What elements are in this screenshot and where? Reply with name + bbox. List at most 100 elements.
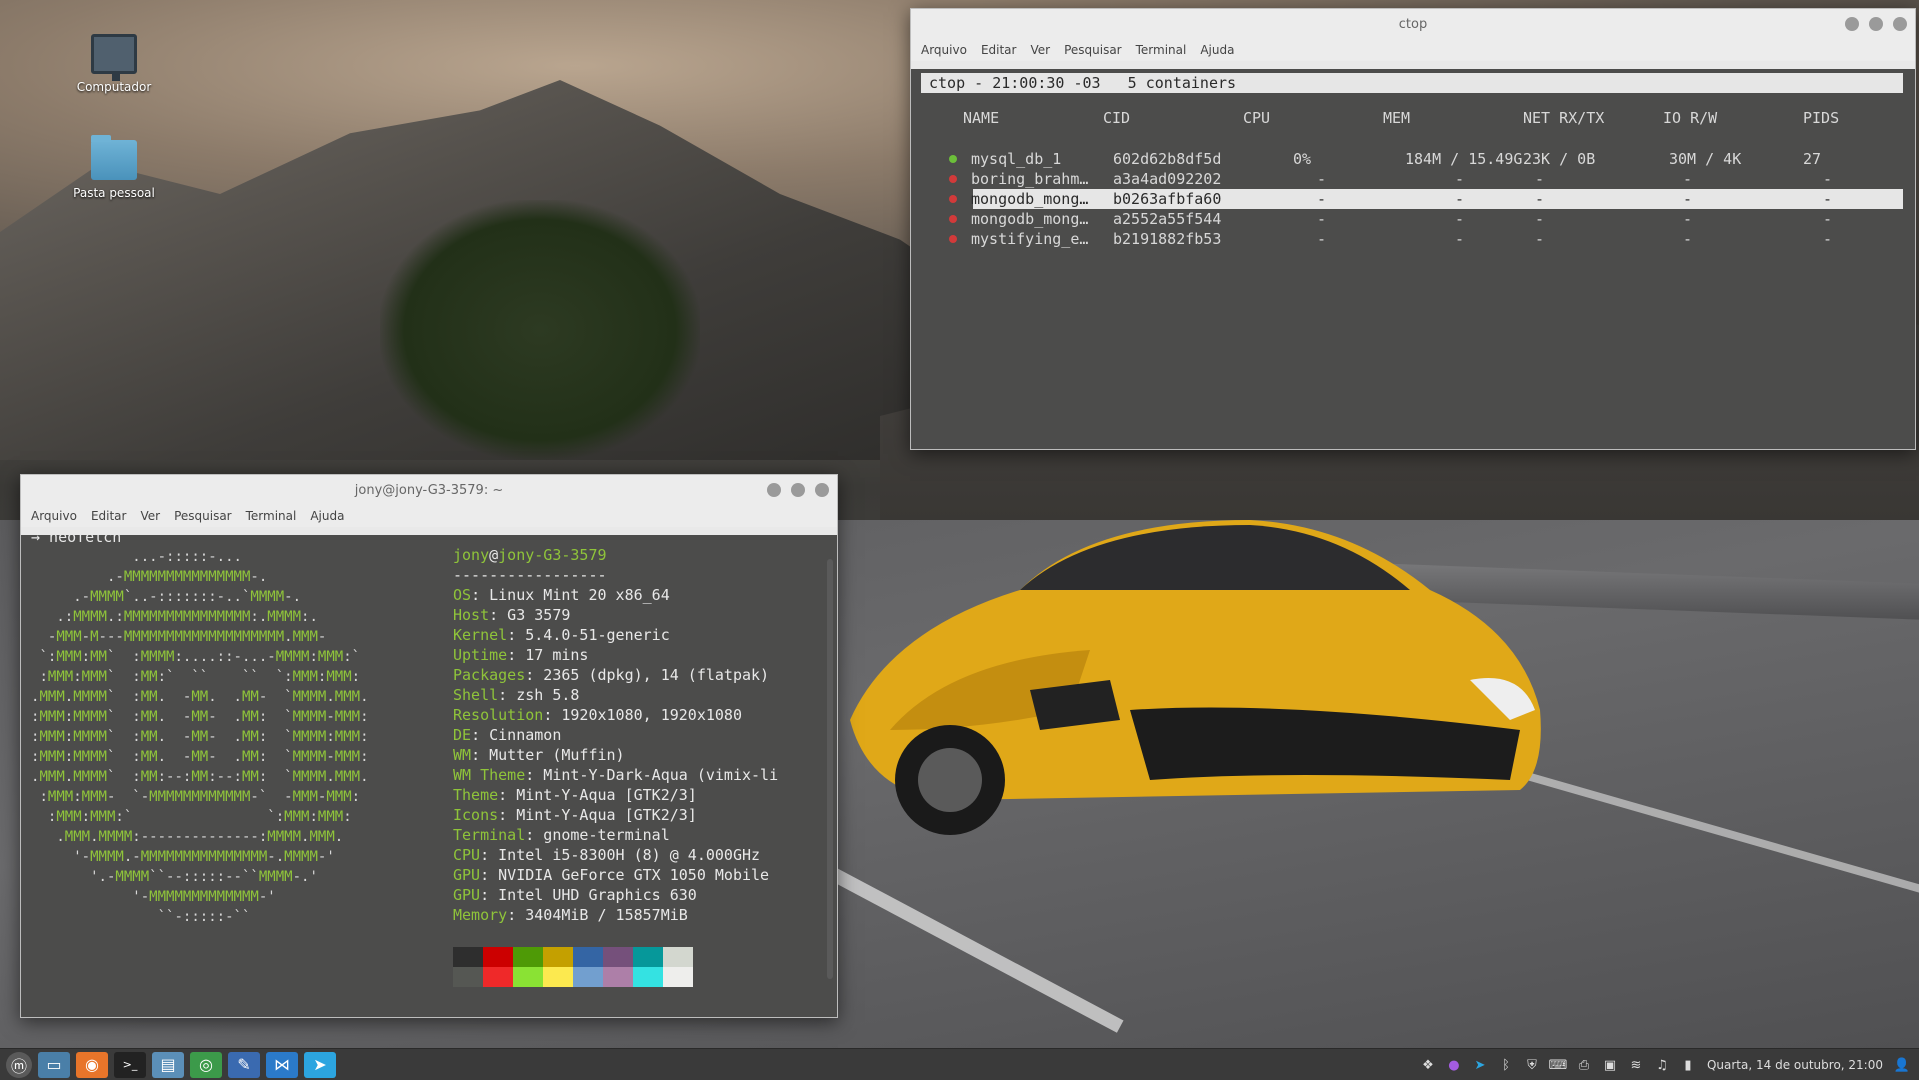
close-button[interactable] (1893, 17, 1907, 31)
ctop-window[interactable]: ctop Arquivo Editar Ver Pesquisar Termin… (910, 8, 1916, 450)
desktop-icon-computer[interactable]: Computador (54, 34, 174, 94)
user-icon[interactable]: 👤 (1894, 1058, 1910, 1073)
cell-io: - (1683, 210, 1693, 228)
table-row[interactable]: mysql_db_1 602d62b8df5d 0% 184M / 15.49G 23K… (911, 149, 1915, 169)
app-launcher-icon[interactable]: ✎ (228, 1051, 260, 1078)
status-dot-icon (949, 235, 957, 243)
menu-ajuda[interactable]: Ajuda (1200, 43, 1234, 57)
sound-icon[interactable]: ♫ (1655, 1058, 1669, 1073)
close-button[interactable] (815, 483, 829, 497)
menu-pesquisar[interactable]: Pesquisar (1064, 43, 1122, 57)
chrome-icon[interactable]: ◎ (190, 1051, 222, 1078)
mint-menu-icon[interactable]: ⓜ (6, 1051, 32, 1078)
maximize-button[interactable] (791, 483, 805, 497)
cell-cid: b0263afbfa60 (1113, 190, 1222, 208)
terminal-area[interactable]: ctop - 21:00:30 -03 5 containers NAME CI… (911, 69, 1915, 449)
menu-arquivo[interactable]: Arquivo (921, 43, 967, 57)
desktop-icon-home-folder[interactable]: Pasta pessoal (54, 135, 174, 200)
cell-cid: b2191882fb53 (1113, 230, 1222, 248)
status-dot-icon (949, 195, 957, 203)
window-titlebar[interactable]: ctop (911, 9, 1915, 39)
info-line: Kernel: 5.4.0-51-generic (453, 626, 670, 644)
maximize-button[interactable] (1869, 17, 1883, 31)
files-icon[interactable]: ▤ (152, 1051, 184, 1078)
info-value: 17 mins (516, 646, 589, 664)
taskbar: ⓜ ▭ ◉ >_ ▤ ◎ ✎ ⋈ ➤ ❖ ● ➤ ᛒ ⛨ ⌨ ⎙ ▣ ≋ ♫ ▮ Quarta,… (0, 1048, 1919, 1080)
menu-editar[interactable]: Editar (981, 43, 1017, 57)
cell-name: mysql_db_1 (971, 150, 1062, 168)
color-swatch (453, 967, 483, 987)
cell-name: boring_brahm… (971, 170, 1089, 188)
window-titlebar[interactable]: jony@jony-G3-3579: ~ (21, 475, 837, 505)
color-swatch (573, 947, 603, 967)
cell-io: 30M / 4K (1669, 150, 1742, 168)
info-line: Theme: Mint-Y-Aqua [GTK2/3] (453, 786, 697, 804)
clock[interactable]: Quarta, 14 de outubro, 21:00 (1707, 1058, 1883, 1072)
firefox-nightly-icon[interactable]: ● (1447, 1058, 1461, 1073)
bluetooth-icon[interactable]: ᛒ (1499, 1058, 1513, 1073)
separator: ----------------- (453, 566, 607, 584)
keyboard-icon[interactable]: ⌨ (1549, 1058, 1568, 1073)
info-value: Mint-Y-Aqua [GTK2/3] (507, 806, 697, 824)
terminal-icon[interactable]: >_ (114, 1051, 146, 1078)
info-line: DE: Cinnamon (453, 726, 562, 744)
table-row[interactable]: mongodb_mong… b0263afbfa60 - - - - - (949, 189, 1903, 209)
ascii-art-line: :MMM:MMMM` :MM. -MM- .MM: `MMMM-MMM: (31, 749, 369, 765)
battery-icon[interactable]: ▮ (1681, 1058, 1695, 1073)
neofetch-terminal-window[interactable]: jony@jony-G3-3579: ~ Arquivo Editar Ver … (20, 474, 838, 1018)
dropbox-icon[interactable]: ❖ (1421, 1058, 1435, 1073)
info-key: Icons (453, 806, 499, 824)
cell-cpu: - (1317, 170, 1327, 188)
terminal-area[interactable]: → neofetch ...-:::::-... .-MMMMMMMMMMMMM… (21, 535, 837, 1017)
cell-mem: - (1455, 230, 1465, 248)
color-swatch (513, 947, 543, 967)
info-value: 1920x1080, 1920x1080 (552, 706, 742, 724)
info-line: WM: Mutter (Muffin) (453, 746, 625, 764)
info-value: 3404MiB / 15857MiB (516, 906, 688, 924)
info-line: Host: G3 3579 (453, 606, 571, 624)
wifi-icon[interactable]: ≋ (1629, 1058, 1643, 1073)
shield-icon[interactable]: ⛨ (1525, 1058, 1539, 1073)
menu-pesquisar[interactable]: Pesquisar (174, 509, 232, 523)
user-host: jony@jony-G3-3579 (453, 545, 607, 565)
table-row[interactable]: mongodb_mong… a2552a55f544 - - - - - (911, 209, 1915, 229)
show-desktop-icon[interactable]: ▭ (38, 1051, 70, 1078)
printer-icon[interactable]: ⎙ (1577, 1058, 1591, 1073)
menu-ver[interactable]: Ver (1030, 43, 1050, 57)
scrollbar[interactable] (827, 559, 833, 979)
ascii-art-line: :MMM:MMM` :MM:` `` `` `:MMM:MMM: (39, 669, 361, 685)
ascii-art-line: ...-:::::-... (132, 549, 242, 565)
ascii-art-line: `:MMM:MM` :MMMM:....::-...-MMMM:MMM:` (39, 649, 361, 665)
ascii-art-line: .-MMMMMMMMMMMMMMM-. (106, 569, 268, 585)
cell-cpu: - (1317, 230, 1327, 248)
table-row[interactable]: mystifying_e… b2191882fb53 - - - - - (911, 229, 1915, 249)
storage-icon[interactable]: ▣ (1603, 1058, 1617, 1073)
ascii-art-line: :MMM:MMM:` `:MMM:MMM: (47, 809, 352, 825)
minimize-button[interactable] (1845, 17, 1859, 31)
cell-net: - (1535, 190, 1545, 208)
info-line: GPU: NVIDIA GeForce GTX 1050 Mobile (453, 866, 770, 884)
telegram-tray-icon[interactable]: ➤ (1473, 1058, 1487, 1073)
info-key: OS (453, 586, 472, 604)
telegram-icon[interactable]: ➤ (304, 1051, 336, 1078)
vscode-icon[interactable]: ⋈ (266, 1051, 298, 1078)
table-row[interactable]: boring_brahm… a3a4ad092202 - - - - - (911, 169, 1915, 189)
info-value: 5.4.0-51-generic (516, 626, 670, 644)
info-key: DE (453, 726, 472, 744)
ascii-art-line: :MMM:MMMM` :MM. -MM- .MM: `MMMM-MMM: (31, 709, 369, 725)
ascii-art-line: .MMM.MMMM` :MM. -MM. .MM- `MMMM.MMM. (31, 689, 369, 705)
color-swatch (663, 967, 693, 987)
menu-ajuda[interactable]: Ajuda (310, 509, 344, 523)
menu-terminal[interactable]: Terminal (246, 509, 297, 523)
firefox-icon[interactable]: ◉ (76, 1051, 108, 1078)
cell-pids: - (1823, 210, 1833, 228)
ascii-art-line: .-MMMM`..-:::::::-..`MMMM-. (73, 589, 301, 605)
cell-cpu: - (1317, 210, 1327, 228)
menu-ver[interactable]: Ver (140, 509, 160, 523)
minimize-button[interactable] (767, 483, 781, 497)
menu-terminal[interactable]: Terminal (1136, 43, 1187, 57)
menu-arquivo[interactable]: Arquivo (31, 509, 77, 523)
info-key: Uptime (453, 646, 508, 664)
info-line: CPU: Intel i5-8300H (8) @ 4.000GHz (453, 846, 761, 864)
menu-editar[interactable]: Editar (91, 509, 127, 523)
